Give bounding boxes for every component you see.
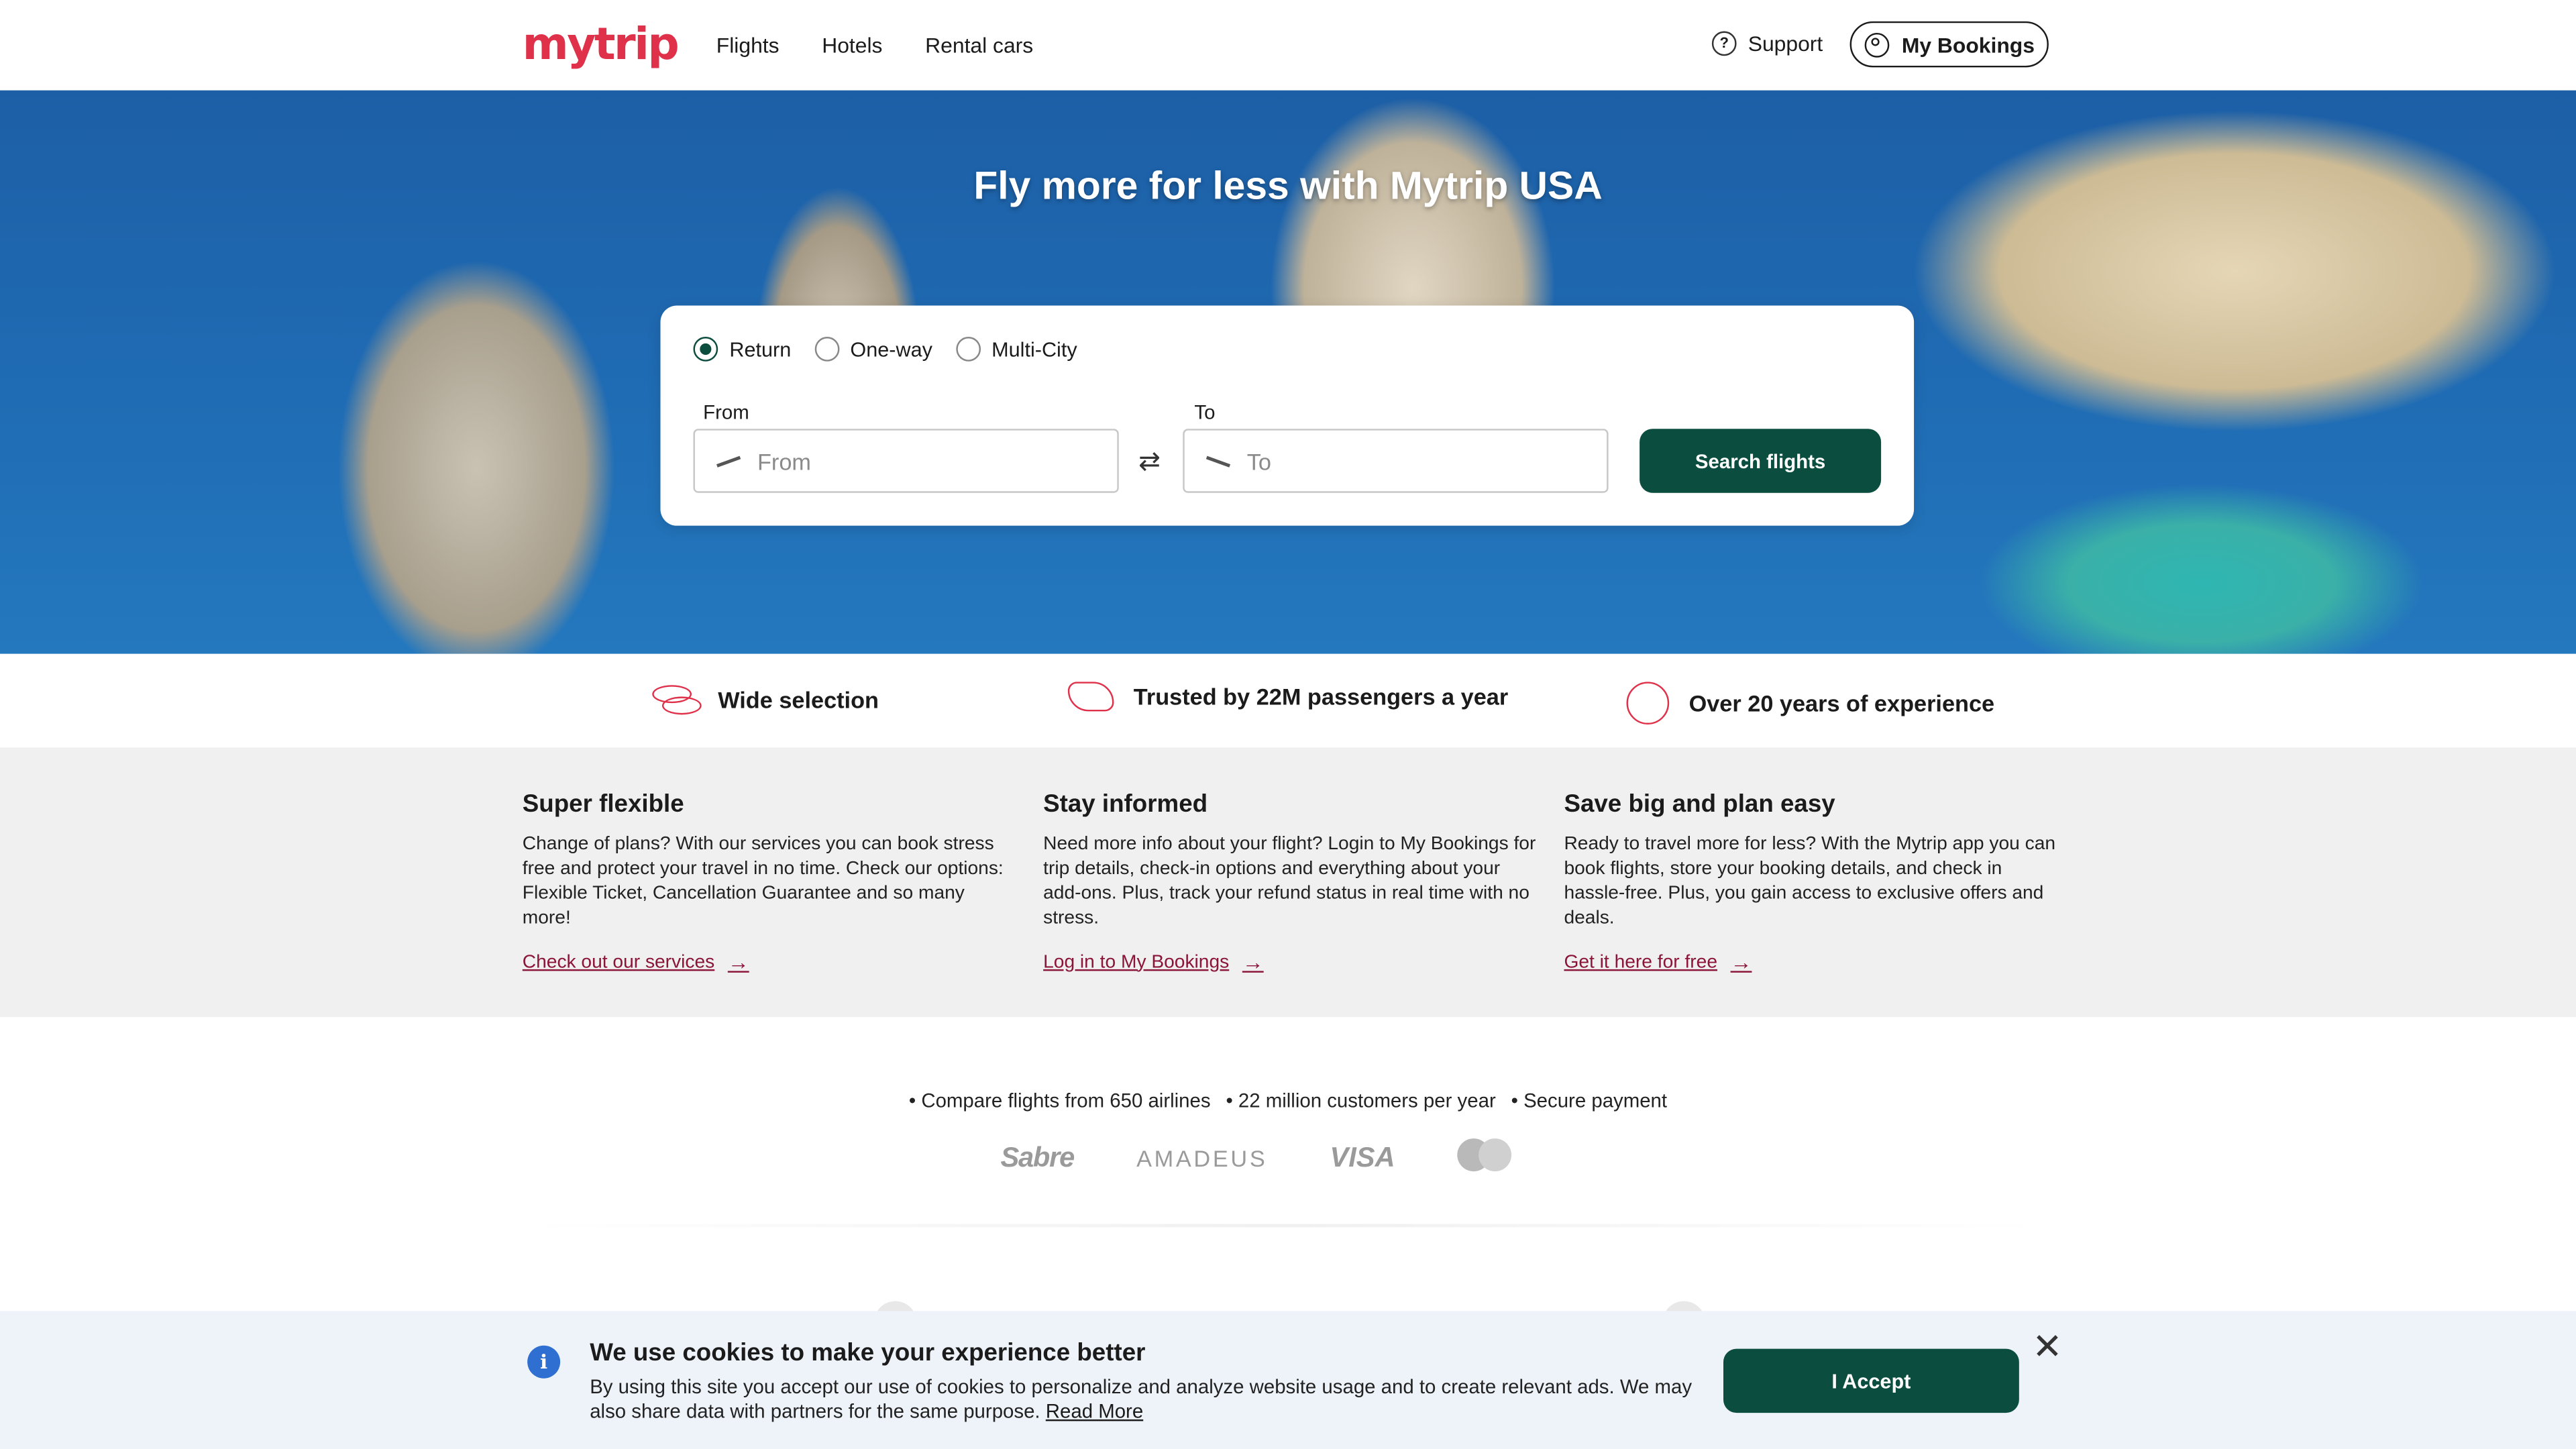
mytrip-logo[interactable]: mytrip — [523, 19, 680, 70]
coins-icon — [652, 682, 702, 718]
partner-logos: Sabre AMADEUS VISA — [1000, 1138, 1513, 1178]
from-label: From — [703, 400, 749, 424]
radio-multi-city-label: Multi-City — [991, 337, 1077, 361]
radio-one-way[interactable]: One-way — [814, 337, 932, 362]
nav-hotels[interactable]: Hotels — [822, 33, 882, 58]
accept-cookies-button[interactable]: I Accept — [1723, 1348, 2019, 1413]
main-nav: Flights Hotels Rental cars — [716, 33, 1033, 58]
radio-multi-city[interactable]: Multi-City — [955, 337, 1077, 362]
usp-strip: Wide selection Trusted by 22M passengers… — [0, 653, 2576, 748]
amadeus-logo: AMADEUS — [1136, 1144, 1268, 1172]
link-label: Check out our services — [522, 952, 715, 972]
fact-item: • Secure payment — [1511, 1089, 1668, 1112]
my-bookings-label: My Bookings — [1901, 32, 2035, 57]
usp-label: Over 20 years of experience — [1688, 690, 1995, 716]
handshake-icon — [1067, 682, 1114, 712]
plane-takeoff-icon — [716, 453, 741, 469]
usp-wide-selection: Wide selection — [652, 682, 879, 718]
usp-experience: Over 20 years of experience — [1626, 682, 1995, 725]
nav-flights[interactable]: Flights — [716, 33, 780, 58]
help-icon: ? — [1711, 31, 1737, 56]
nav-rental-cars[interactable]: Rental cars — [925, 33, 1033, 58]
user-icon — [1864, 32, 1889, 57]
info-card: Save big and plan easy Ready to travel m… — [1564, 790, 2057, 974]
search-flights-button[interactable]: Search flights — [1640, 429, 1882, 493]
globe-icon — [1626, 682, 1670, 725]
visa-logo: VISA — [1330, 1142, 1395, 1173]
radio-one-way-label: One-way — [850, 337, 932, 361]
arrow-right-icon: → — [1730, 949, 1752, 975]
radio-unselected-icon — [955, 337, 980, 362]
services-link[interactable]: Check out our services → — [523, 950, 749, 975]
flight-search-card: Return One-way Multi-City From From ⇄ To… — [660, 305, 1915, 526]
mastercard-logo — [1457, 1138, 1513, 1178]
top-header: mytrip Flights Hotels Rental cars ? Supp… — [0, 0, 2576, 93]
info-text: Need more info about your flight? Login … — [1043, 835, 1536, 928]
arrow-right-icon: → — [1242, 949, 1264, 975]
usp-label: Trusted by 22M passengers a year — [1133, 683, 1509, 710]
fact-item: • Compare flights from 650 airlines — [908, 1089, 1211, 1112]
info-title: Save big and plan easy — [1564, 790, 1835, 818]
to-placeholder: To — [1246, 447, 1272, 474]
divider — [522, 1224, 2051, 1228]
sabre-logo: Sabre — [1000, 1142, 1075, 1173]
fact-item: • 22 million customers per year — [1226, 1089, 1496, 1112]
my-bookings-button[interactable]: My Bookings — [1849, 21, 2049, 68]
radio-selected-icon — [693, 337, 718, 362]
info-text: Ready to travel more for less? With the … — [1564, 835, 2056, 928]
trip-type-selector: Return One-way Multi-City — [693, 337, 1077, 362]
to-input[interactable]: To — [1183, 429, 1609, 493]
login-my-bookings-link[interactable]: Log in to My Bookings → — [1043, 950, 1264, 975]
cookie-title: We use cookies to make your experience b… — [590, 1338, 1146, 1367]
radio-unselected-icon — [814, 337, 839, 362]
facts-line: • Compare flights from 650 airlines • 22… — [0, 1089, 2576, 1112]
info-card: Stay informed Need more info about your … — [1043, 790, 1536, 974]
link-label: Log in to My Bookings — [1043, 952, 1230, 972]
radio-return-label: Return — [729, 337, 792, 361]
plane-landing-icon — [1206, 453, 1231, 469]
from-placeholder: From — [757, 447, 812, 474]
cookie-text: By using this site you accept our use of… — [590, 1375, 1707, 1424]
info-title: Super flexible — [522, 790, 684, 818]
close-icon[interactable]: ✕ — [2032, 1328, 2062, 1365]
from-input[interactable]: From — [693, 429, 1119, 493]
to-label: To — [1194, 400, 1216, 424]
arrow-right-icon: → — [727, 949, 749, 975]
info-title: Stay informed — [1043, 790, 1208, 818]
support-label: Support — [1748, 31, 1823, 56]
page: mytrip Flights Hotels Rental cars ? Supp… — [0, 0, 2576, 1449]
info-card: Super flexible Change of plans? With our… — [522, 790, 1016, 974]
info-icon: i — [527, 1345, 561, 1379]
usp-trusted: Trusted by 22M passengers a year — [1067, 682, 1509, 712]
swap-icon[interactable]: ⇄ — [1138, 445, 1161, 478]
get-app-link[interactable]: Get it here for free → — [1564, 950, 1752, 975]
read-more-link[interactable]: Read More — [1046, 1400, 1143, 1423]
info-section: Super flexible Change of plans? With our… — [0, 747, 2576, 1017]
hero-title: Fly more for less with Mytrip USA — [973, 164, 1603, 209]
support-link[interactable]: ? Support — [1711, 31, 1823, 56]
info-text: Change of plans? With our services you c… — [522, 835, 1004, 928]
usp-label: Wide selection — [718, 686, 879, 713]
radio-return[interactable]: Return — [693, 337, 791, 362]
link-label: Get it here for free — [1564, 952, 1718, 972]
